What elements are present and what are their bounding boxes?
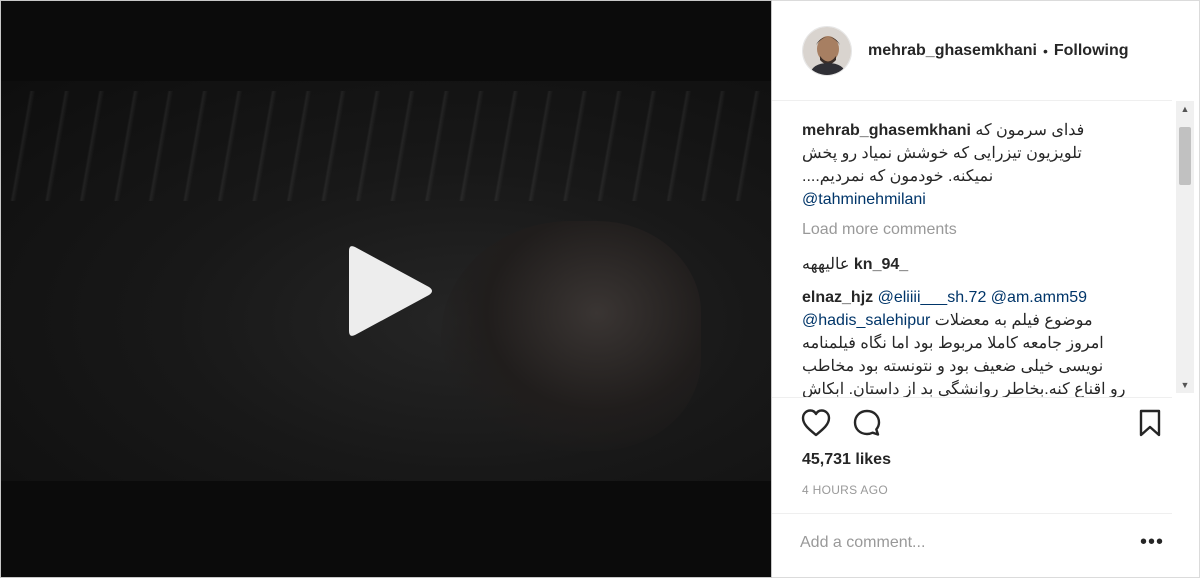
scroll-up-arrow-icon[interactable]: ▲ — [1176, 101, 1194, 117]
caption: mehrab_ghasemkhani فدای سرمون که تلویزیو… — [802, 119, 1156, 211]
caption-username[interactable]: mehrab_ghasemkhani — [802, 122, 971, 139]
author-username[interactable]: mehrab_ghasemkhani — [868, 42, 1037, 60]
comment-text-line4: رو اقناع کنه.بخاطر روانشگی بد از داستان.… — [802, 381, 1126, 397]
comments-list: mehrab_ghasemkhani فدای سرمون که تلویزیو… — [772, 101, 1172, 397]
following-button[interactable]: Following — [1054, 42, 1129, 60]
post-header: mehrab_ghasemkhani • Following — [772, 1, 1172, 101]
comment-text: عالیههه — [802, 256, 850, 273]
comments-scrollbar[interactable]: ▲ ▼ — [1176, 101, 1194, 393]
list-item: عالیههه kn_94_ — [802, 253, 1156, 276]
action-bar — [772, 397, 1172, 452]
add-comment-bar: ••• — [772, 513, 1172, 575]
add-comment-input[interactable] — [800, 530, 1120, 556]
play-icon — [349, 246, 432, 336]
comment-mention[interactable]: @hadis_salehipur — [802, 312, 930, 329]
comment-text-line2: امروز جامعه کاملا مربوط بود اما نگاه فیل… — [802, 335, 1104, 352]
load-more-comments-button[interactable]: Load more comments — [802, 221, 1156, 239]
caption-mention[interactable]: @tahminehmilani — [802, 191, 926, 208]
comment-text-line3: نویسی خیلی ضعیف بود و نتونسته بود مخاطب — [802, 358, 1104, 375]
list-item: elnaz_hjz @eliiii___sh.72 @am.amm59 @had… — [802, 286, 1156, 397]
video-frame-figure — [441, 221, 701, 451]
likes-count[interactable]: 45,731 likes — [802, 451, 891, 469]
comment-username[interactable]: elnaz_hjz — [802, 289, 873, 306]
heart-icon — [801, 409, 831, 437]
comment-mention[interactable]: @eliiii___sh.72 — [878, 289, 987, 306]
comment-mention[interactable]: @am.amm59 — [991, 289, 1087, 306]
play-button[interactable] — [341, 241, 441, 341]
separator-dot: • — [1042, 42, 1048, 59]
post-timestamp[interactable]: 4 HOURS AGO — [802, 483, 888, 497]
video-player[interactable] — [0, 0, 772, 578]
comment-button[interactable] — [852, 408, 882, 443]
video-frame-highlights — [1, 91, 771, 201]
post-side-panel: mehrab_ghasemkhani • Following mehrab_gh… — [772, 0, 1200, 578]
comment-username[interactable]: kn_94_ — [854, 256, 908, 273]
more-options-icon[interactable]: ••• — [1140, 532, 1164, 552]
save-button[interactable] — [1138, 408, 1162, 443]
caption-text-line2: تلویزیون تیزرایی که خوشش نمیاد رو پخش — [802, 145, 1082, 162]
comment-text-line1: موضوع فیلم به معضلات — [934, 312, 1093, 329]
avatar[interactable] — [802, 25, 852, 76]
scrollbar-thumb[interactable] — [1179, 127, 1191, 185]
scroll-down-arrow-icon[interactable]: ▼ — [1176, 377, 1194, 393]
like-button[interactable] — [800, 408, 832, 443]
caption-text-line1: فدای سرمون که — [975, 122, 1085, 139]
comment-bubble-icon — [853, 409, 881, 436]
bookmark-icon — [1139, 409, 1161, 437]
caption-text-line3: نمیکنه. خودمون که نمردیم.... — [802, 168, 994, 185]
